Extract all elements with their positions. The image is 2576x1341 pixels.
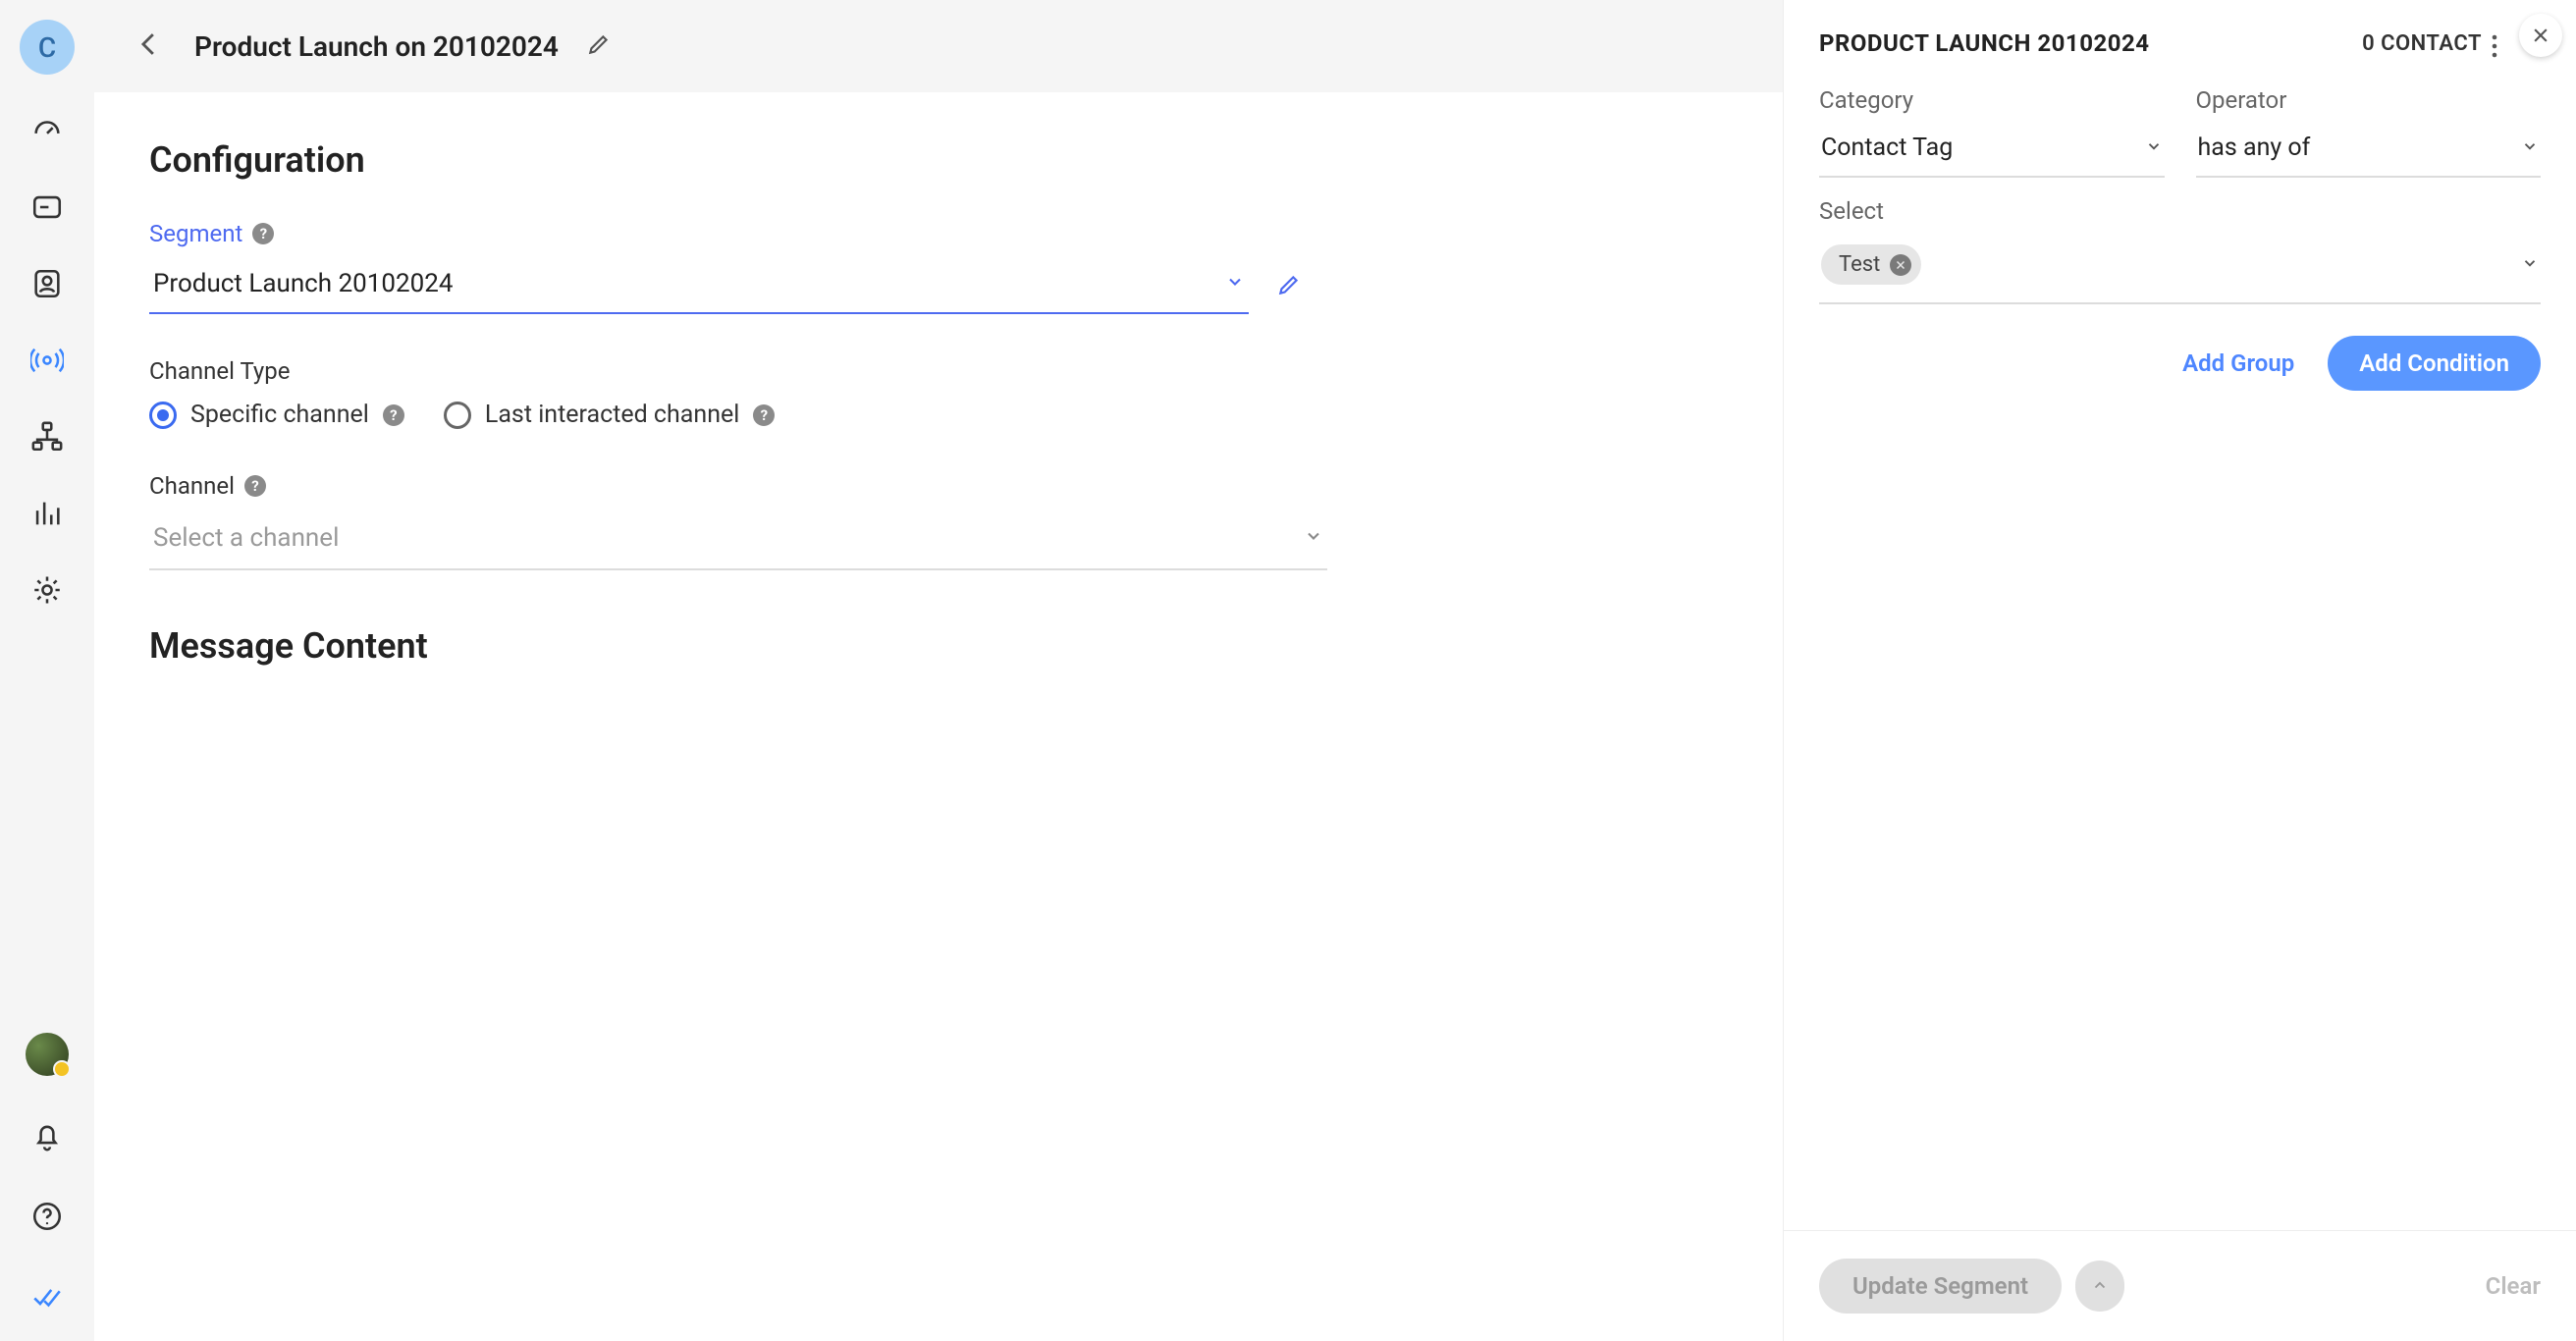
tag-chip: Test [1821,244,1921,285]
add-condition-button[interactable]: Add Condition [2328,336,2541,391]
segment-help-icon[interactable]: ? [252,223,274,244]
select-label: Select [1819,197,2541,225]
chevron-down-icon [2521,134,2539,162]
chevron-down-icon [2521,254,2539,276]
configuration-heading: Configuration [149,139,1728,181]
contacts-icon[interactable] [27,263,68,304]
tag-chip-label: Test [1839,252,1880,277]
main-column: Product Launch on 20102024 Configuration… [94,0,1783,1341]
channel-select-placeholder: Select a channel [153,523,339,553]
broadcast-icon[interactable] [27,340,68,381]
channel-select[interactable]: Select a channel [149,511,1327,570]
inbox-icon[interactable] [27,187,68,228]
chevron-down-icon [1225,269,1245,298]
edit-title-button[interactable] [586,31,612,61]
help-icon[interactable] [27,1196,68,1237]
channel-type-label: Channel Type [149,357,1728,385]
segment-select[interactable]: Product Launch 20102024 [149,259,1249,314]
chevron-down-icon [2145,134,2163,162]
operator-value: has any of [2198,134,2311,162]
radio-unchecked-icon [444,402,471,429]
channel-help-icon[interactable]: ? [244,475,266,497]
last-help-icon[interactable]: ? [753,404,775,426]
tag-select[interactable]: Test [1819,239,2541,304]
dashboard-icon[interactable] [27,110,68,151]
panel-footer: Update Segment Clear [1784,1230,2576,1341]
content-area: Configuration Segment ? Product Launch 2… [94,92,1783,1341]
update-segment-more-button[interactable] [2075,1261,2124,1312]
edit-segment-button[interactable] [1276,272,1302,301]
panel-title: PRODUCT LAUNCH 20102024 [1819,29,2150,57]
operator-select[interactable]: has any of [2196,126,2542,178]
clear-button[interactable]: Clear [2486,1272,2541,1300]
category-label: Category [1819,86,2165,114]
tag-list: Test [1821,244,1921,285]
close-panel-button[interactable] [2519,14,2562,57]
settings-icon[interactable] [27,569,68,611]
panel-body: Category Contact Tag Operator has any of… [1784,86,2576,1230]
segment-select-value: Product Launch 20102024 [153,269,453,298]
message-content-heading: Message Content [149,625,1728,667]
category-value: Contact Tag [1821,134,1953,162]
user-avatar[interactable] [26,1033,69,1076]
notifications-icon[interactable] [27,1115,68,1156]
org-avatar[interactable]: C [20,20,75,75]
chevron-down-icon [1304,523,1323,553]
segment-label: Segment ? [149,220,1728,247]
remove-tag-button[interactable] [1890,254,1911,276]
segment-panel: PRODUCT LAUNCH 20102024 0 CONTACT Catego… [1783,0,2576,1341]
category-select[interactable]: Contact Tag [1819,126,2165,178]
radio-checked-icon [149,402,177,429]
page-title: Product Launch on 20102024 [194,30,559,63]
reports-icon[interactable] [27,493,68,534]
add-group-button[interactable]: Add Group [2173,336,2304,391]
sidebar: C [0,0,94,1341]
specific-help-icon[interactable]: ? [383,404,404,426]
topbar: Product Launch on 20102024 [94,0,1783,92]
contact-count: 0 CONTACT [2362,31,2482,56]
back-button[interactable] [134,27,167,65]
operator-label: Operator [2196,86,2542,114]
checkmarks-icon[interactable] [27,1276,68,1317]
channel-type-radio-group: Specific channel ? Last interacted chann… [149,401,1728,429]
sidebar-bottom [26,1033,69,1317]
workflows-icon[interactable] [27,416,68,457]
radio-last-channel[interactable]: Last interacted channel ? [444,401,775,429]
panel-more-button[interactable] [2480,31,2509,61]
panel-header: PRODUCT LAUNCH 20102024 0 CONTACT [1784,0,2576,86]
channel-label: Channel ? [149,472,1728,500]
radio-specific-channel[interactable]: Specific channel ? [149,401,404,429]
update-segment-button[interactable]: Update Segment [1819,1259,2062,1314]
